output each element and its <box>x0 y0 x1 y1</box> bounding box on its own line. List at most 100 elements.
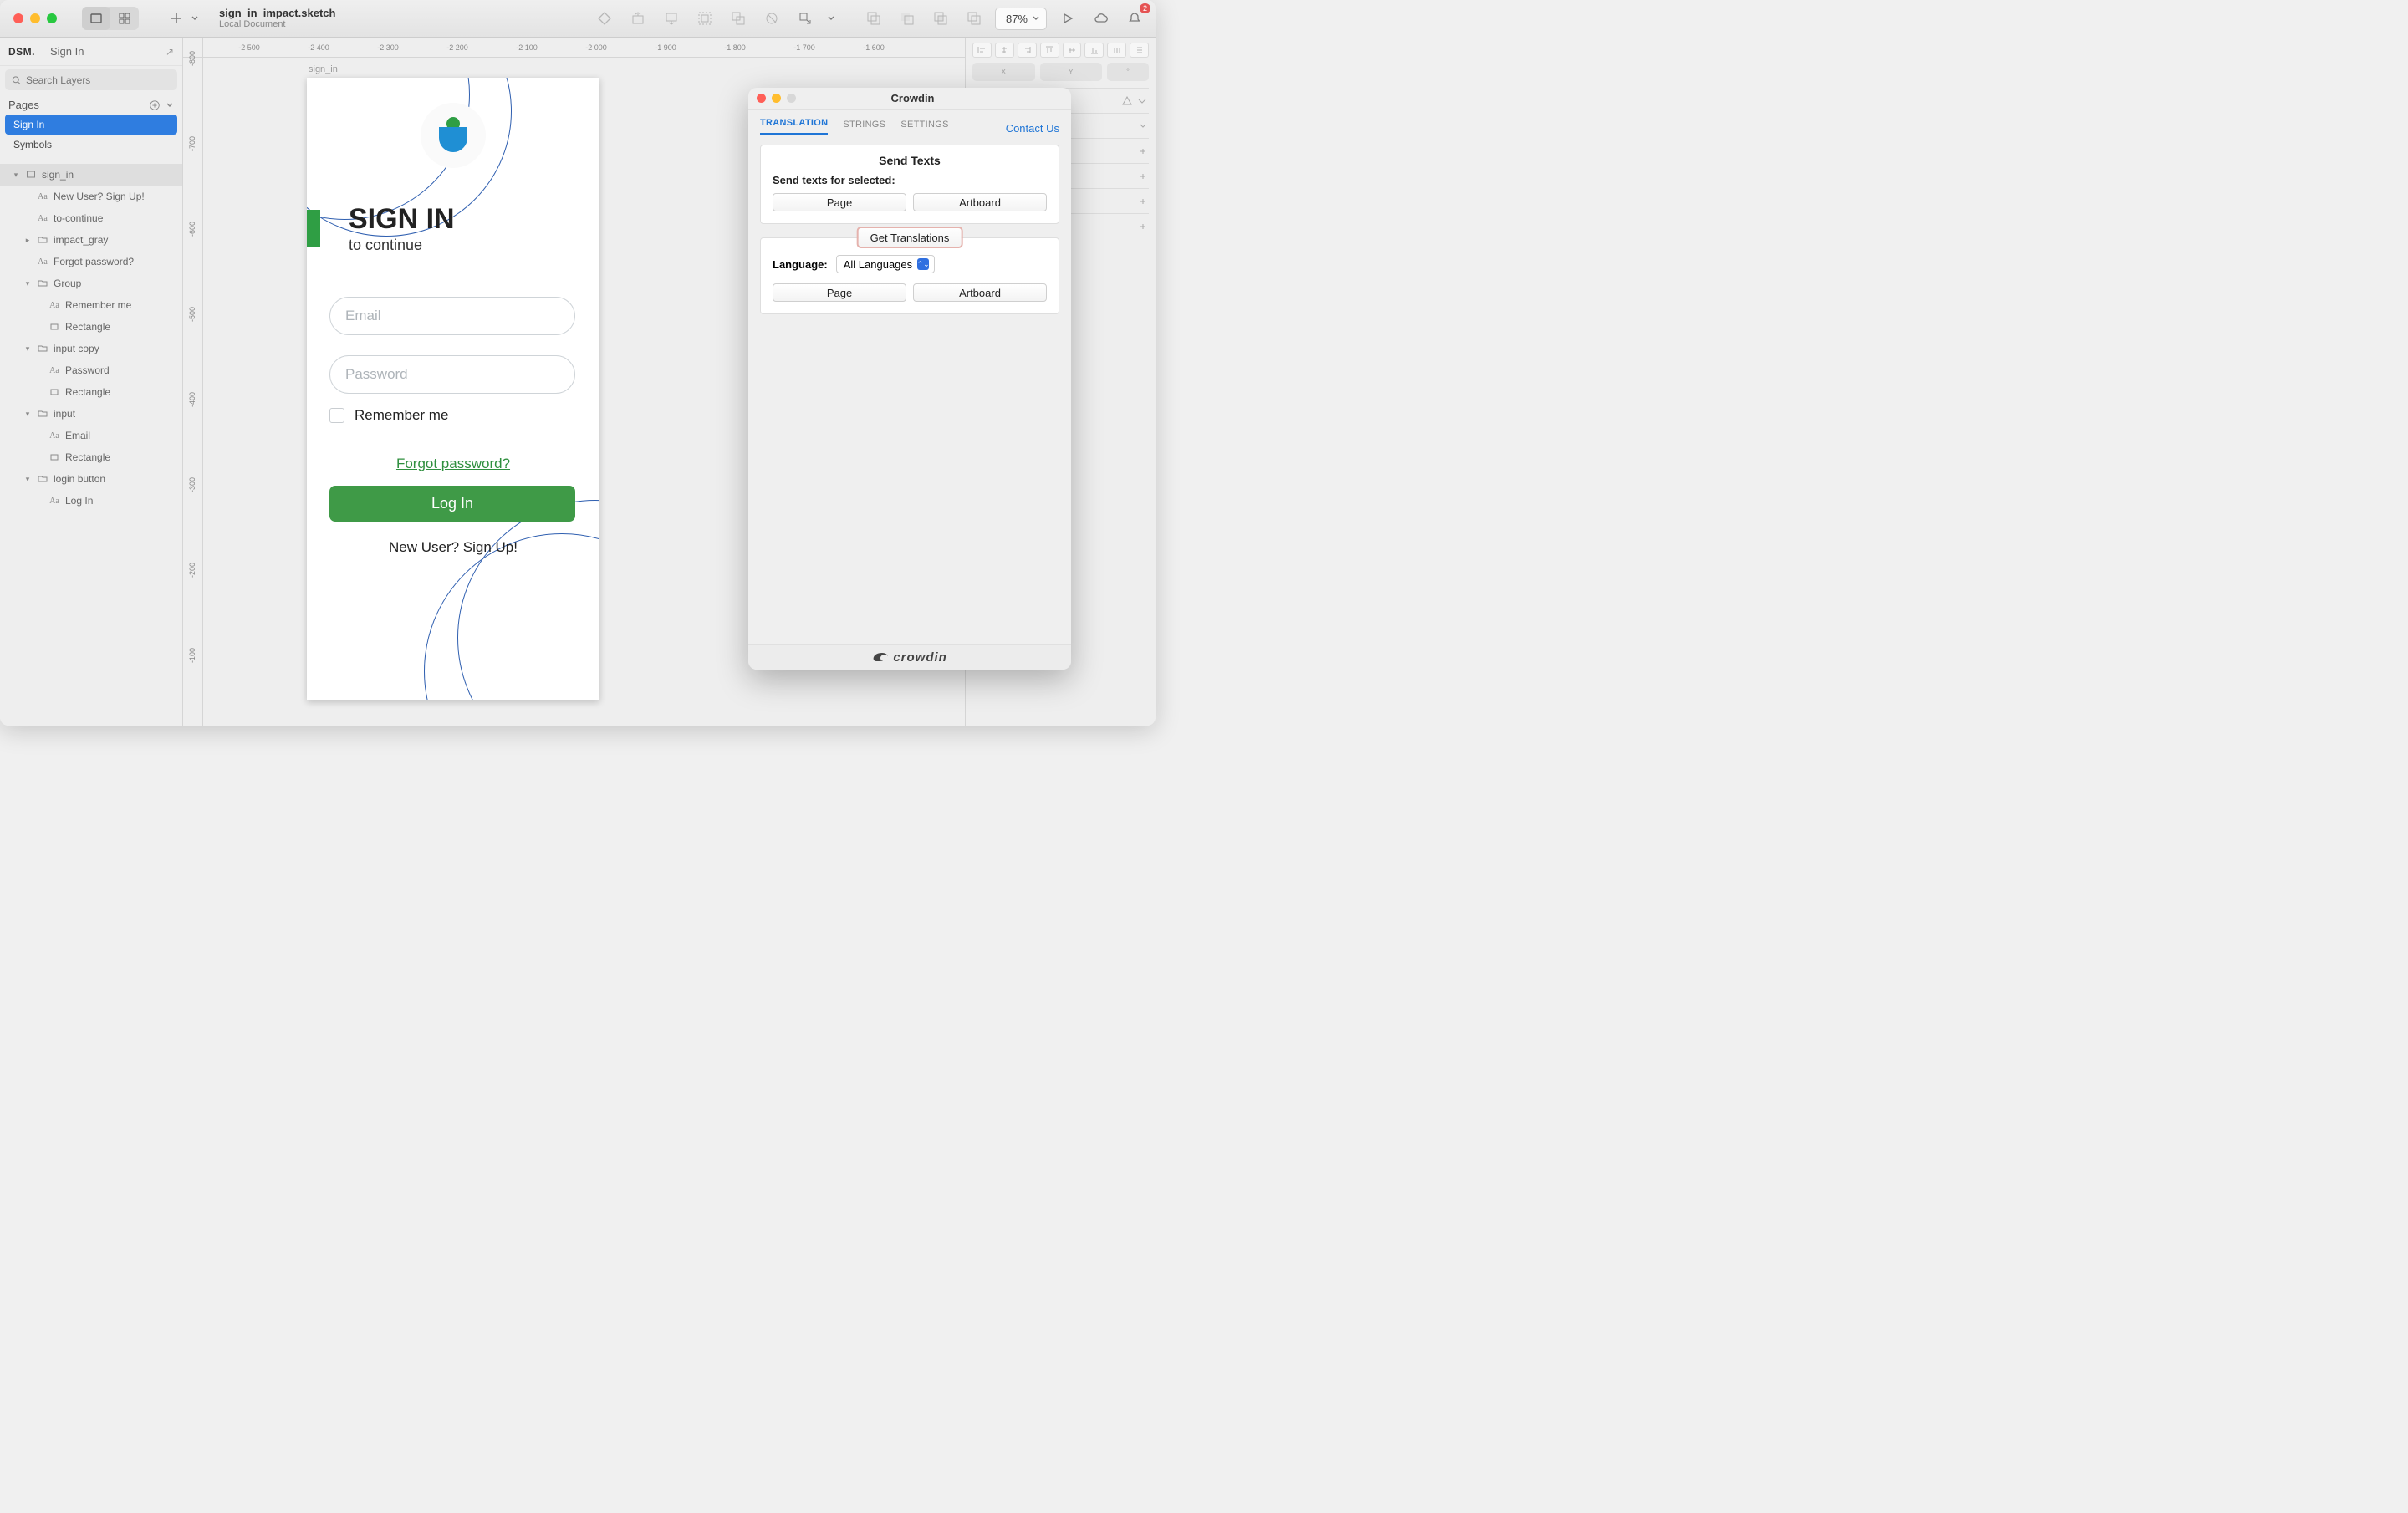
send-artboard-button[interactable]: Artboard <box>913 193 1047 211</box>
difference-tool-icon[interactable] <box>962 7 987 30</box>
decoration-circle <box>457 500 599 700</box>
layer-row[interactable]: AaPassword <box>0 359 182 381</box>
layer-row[interactable]: AaNew User? Sign Up! <box>0 186 182 207</box>
layer-row[interactable]: ▾sign_in <box>0 164 182 186</box>
union-tool-icon[interactable] <box>861 7 886 30</box>
get-page-button[interactable]: Page <box>773 283 906 302</box>
text-icon: Aa <box>48 497 60 506</box>
artboard-sign-in[interactable]: SIGN IN to continue Email Password Remem… <box>307 78 599 700</box>
add-page-icon[interactable] <box>149 99 161 111</box>
layer-row[interactable]: ▾Group <box>0 273 182 294</box>
email-field[interactable]: Email <box>329 297 575 335</box>
align-top-icon[interactable] <box>1040 43 1059 58</box>
app-logo <box>421 103 486 168</box>
notifications-icon[interactable]: 2 <box>1122 7 1147 30</box>
login-button[interactable]: Log In <box>329 486 575 522</box>
chevron-down-icon[interactable] <box>1139 122 1147 130</box>
artboard-label[interactable]: sign_in <box>309 64 338 74</box>
page-item[interactable]: Symbols <box>5 135 177 155</box>
plus-icon[interactable] <box>1139 197 1147 206</box>
intersect-tool-icon[interactable] <box>928 7 953 30</box>
tab-translation[interactable]: TRANSLATION <box>760 118 828 135</box>
layer-row[interactable]: ▾input copy <box>0 338 182 359</box>
y-input[interactable]: Y <box>1040 63 1103 81</box>
mask-tool-icon[interactable] <box>759 7 784 30</box>
align-bottom-icon[interactable] <box>1084 43 1104 58</box>
view-mode-switch[interactable] <box>82 7 139 30</box>
align-center-v-icon[interactable] <box>1063 43 1082 58</box>
layer-row[interactable]: ▾login button <box>0 468 182 490</box>
layer-name: input copy <box>54 343 99 354</box>
minimize-window-icon[interactable] <box>30 13 40 23</box>
close-window-icon[interactable] <box>757 94 766 103</box>
password-field[interactable]: Password <box>329 355 575 394</box>
align-right-icon[interactable] <box>1018 43 1037 58</box>
maximize-window-icon[interactable] <box>787 94 796 103</box>
maximize-window-icon[interactable] <box>47 13 57 23</box>
tab-strings[interactable]: STRINGS <box>843 120 885 135</box>
text-icon: Aa <box>48 431 60 441</box>
preview-icon[interactable] <box>1055 7 1080 30</box>
cloud-icon[interactable] <box>1089 7 1114 30</box>
layer-search-input[interactable] <box>26 74 171 86</box>
forgot-password-link[interactable]: Forgot password? <box>307 456 599 472</box>
scale-tool-icon[interactable] <box>793 7 818 30</box>
rotation-input[interactable]: ° <box>1107 63 1149 81</box>
subtract-tool-icon[interactable] <box>895 7 920 30</box>
align-center-h-icon[interactable] <box>995 43 1014 58</box>
plus-icon[interactable] <box>1139 147 1147 155</box>
search-icon <box>12 75 21 85</box>
minimize-window-icon[interactable] <box>772 94 781 103</box>
canvas-view-icon[interactable] <box>82 7 110 30</box>
external-link-icon[interactable]: ↗ <box>166 46 174 58</box>
forward-tool-icon[interactable] <box>625 7 650 30</box>
layer-row[interactable]: AaForgot password? <box>0 251 182 273</box>
crowdin-panel[interactable]: Crowdin TRANSLATION STRINGS SETTINGS Con… <box>748 88 1071 670</box>
send-page-button[interactable]: Page <box>773 193 906 211</box>
distribute-h-icon[interactable] <box>1107 43 1126 58</box>
accent-bar <box>307 210 320 247</box>
more-icon[interactable] <box>1137 96 1147 106</box>
layer-row[interactable]: Rectangle <box>0 381 182 403</box>
layer-row[interactable]: AaLog In <box>0 490 182 512</box>
collapse-pages-icon[interactable] <box>166 101 174 110</box>
plus-icon[interactable] <box>1139 172 1147 181</box>
tab-settings[interactable]: SETTINGS <box>900 120 948 135</box>
layer-row[interactable]: Rectangle <box>0 316 182 338</box>
layer-row[interactable]: Rectangle <box>0 446 182 468</box>
zoom-dropdown[interactable]: 87% <box>995 8 1047 30</box>
remember-me-checkbox[interactable]: Remember me <box>329 407 448 424</box>
language-select[interactable]: All Languages ⌃⌄ <box>836 255 935 273</box>
insert-dropdown-icon[interactable] <box>189 7 201 30</box>
page-item[interactable]: Sign In <box>5 115 177 135</box>
get-translations-button[interactable]: Get Translations <box>857 227 963 248</box>
ruler-vertical: -800-700-600-500-400-300-200-100 <box>183 58 203 726</box>
align-left-icon[interactable] <box>972 43 992 58</box>
symbol-tool-icon[interactable] <box>592 7 617 30</box>
layer-name: Rectangle <box>65 321 110 333</box>
layers-panel[interactable]: ▾sign_inAaNew User? Sign Up!Aato-continu… <box>0 160 182 726</box>
backward-tool-icon[interactable] <box>659 7 684 30</box>
plus-icon[interactable] <box>1139 222 1147 231</box>
layer-row[interactable]: Aato-continue <box>0 207 182 229</box>
distribute-v-icon[interactable] <box>1130 43 1149 58</box>
layer-search[interactable] <box>5 69 177 90</box>
get-artboard-button[interactable]: Artboard <box>913 283 1047 302</box>
layer-name: input <box>54 408 75 420</box>
components-view-icon[interactable] <box>110 7 139 30</box>
layer-row[interactable]: AaRemember me <box>0 294 182 316</box>
x-input[interactable]: X <box>972 63 1035 81</box>
layer-name: Remember me <box>65 299 131 311</box>
scale-dropdown-icon[interactable] <box>826 7 836 30</box>
close-window-icon[interactable] <box>13 13 23 23</box>
pages-header: Pages <box>0 94 182 115</box>
layer-row[interactable]: AaEmail <box>0 425 182 446</box>
group-tool-icon[interactable] <box>692 7 717 30</box>
checkbox-icon[interactable] <box>329 408 344 423</box>
layer-row[interactable]: ▾input <box>0 403 182 425</box>
ungroup-tool-icon[interactable] <box>726 7 751 30</box>
layer-row[interactable]: ▸impact_gray <box>0 229 182 251</box>
insert-button[interactable] <box>164 7 189 30</box>
contact-link[interactable]: Contact Us <box>1006 122 1059 135</box>
signup-link[interactable]: New User? Sign Up! <box>307 539 599 556</box>
